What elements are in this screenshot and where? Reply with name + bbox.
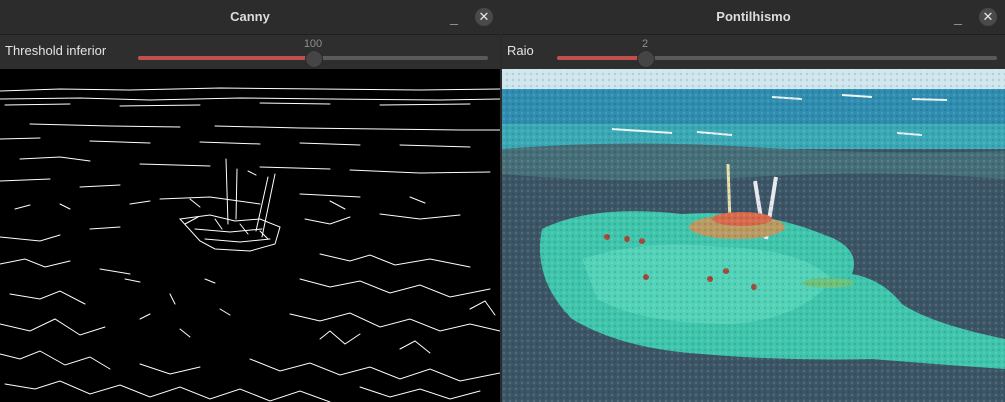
- raio-value: 2: [641, 38, 649, 50]
- raio-label: Raio: [507, 43, 534, 58]
- pontilhismo-window: Pontilhismo _ ✕ Raio 2: [502, 0, 1005, 402]
- minimize-icon[interactable]: _: [444, 7, 464, 27]
- edge-map: [0, 87, 500, 402]
- pontilhismo-titlebar[interactable]: Pontilhismo _ ✕: [502, 0, 1005, 35]
- window-title: Canny: [230, 9, 270, 24]
- canny-window: Canny _ ✕ Threshold inferior 100: [0, 0, 500, 402]
- slider-fill: [557, 56, 645, 60]
- close-button[interactable]: ✕: [475, 8, 493, 26]
- slider-fill: [138, 56, 313, 60]
- canny-toolbar: Threshold inferior 100: [0, 35, 500, 68]
- threshold-label: Threshold inferior: [5, 43, 107, 58]
- pontilhismo-toolbar: Raio 2: [502, 35, 1005, 68]
- canny-edge-image: [0, 69, 500, 402]
- threshold-slider[interactable]: 100: [138, 35, 488, 68]
- window-title: Pontilhismo: [716, 9, 791, 24]
- threshold-value: 100: [303, 38, 323, 50]
- raio-slider[interactable]: 2: [557, 35, 997, 68]
- pointillism-photo: [502, 69, 1005, 402]
- minimize-icon[interactable]: _: [948, 7, 968, 27]
- pointillism-image: [502, 69, 1005, 402]
- slider-thumb[interactable]: [637, 50, 655, 68]
- canny-titlebar[interactable]: Canny _ ✕: [0, 0, 500, 35]
- close-button[interactable]: ✕: [979, 8, 997, 26]
- edge-lines: [0, 87, 500, 402]
- slider-thumb[interactable]: [305, 50, 323, 68]
